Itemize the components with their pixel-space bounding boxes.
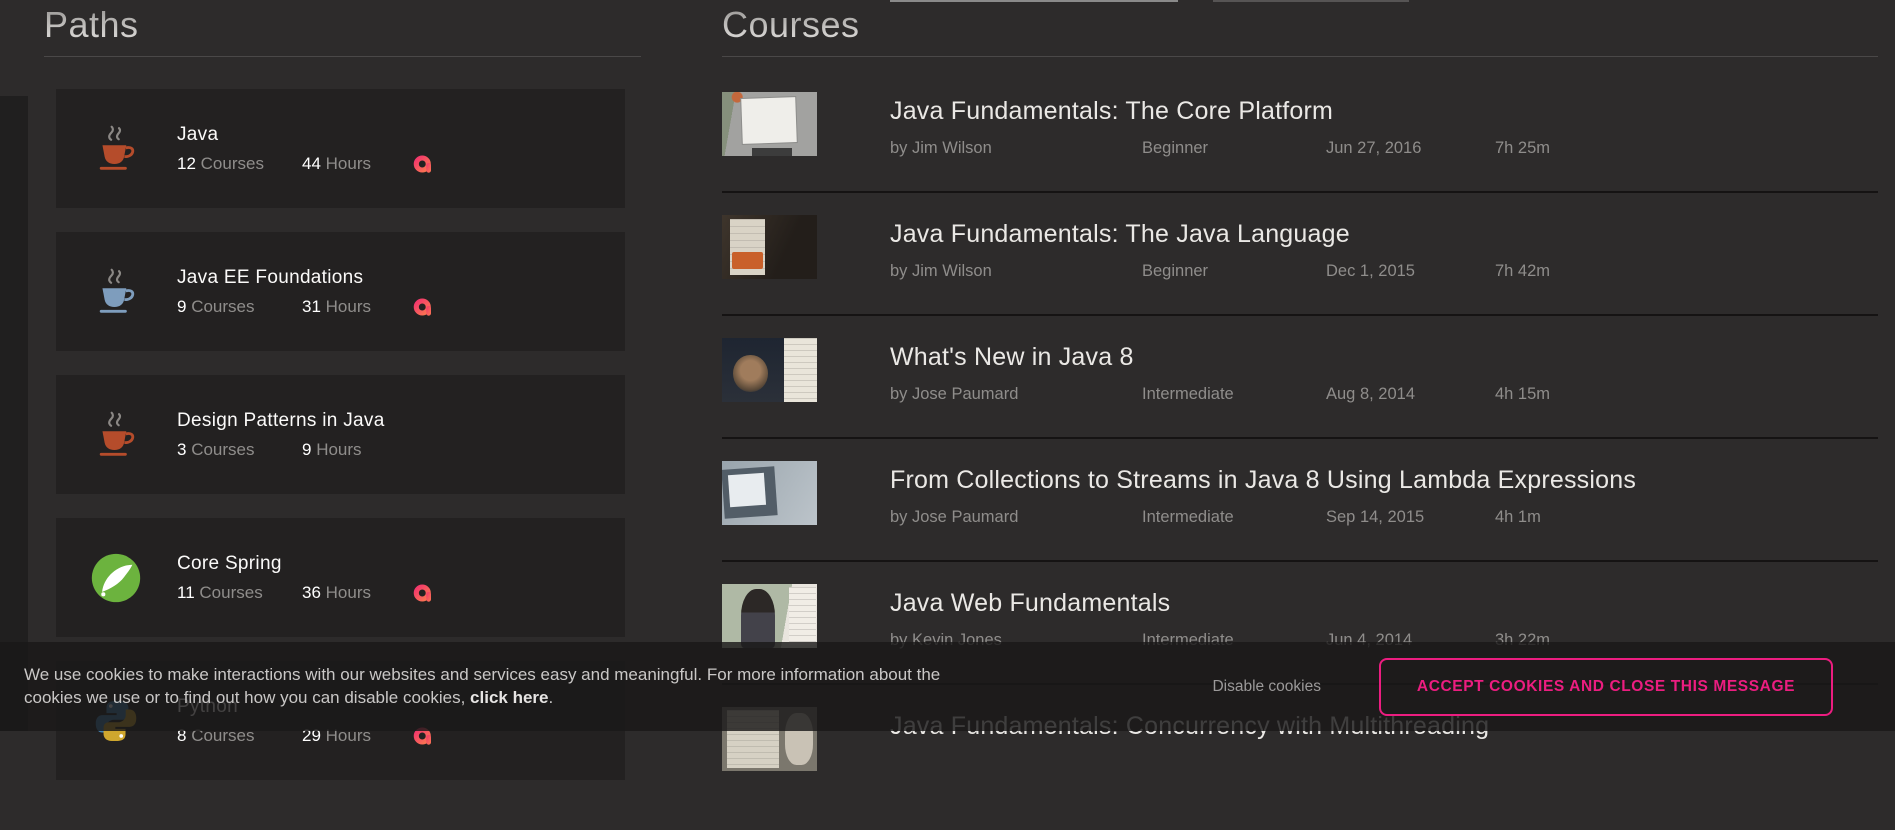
- course-title[interactable]: Java Fundamentals: The Java Language: [890, 220, 1550, 249]
- course-info: What's New in Java 8 by Jose Paumard Int…: [890, 338, 1550, 461]
- course-date: Aug 8, 2014: [1326, 385, 1495, 404]
- course-level: Beginner: [1142, 139, 1326, 158]
- path-info: Java EE Foundations 9 Courses 31 Hours: [177, 267, 433, 317]
- course-row[interactable]: What's New in Java 8 by Jose Paumard Int…: [722, 338, 1878, 461]
- cookie-click-here-link[interactable]: click here: [470, 688, 548, 707]
- path-stats: 9 Courses 31 Hours: [177, 297, 433, 317]
- path-courses-label: Courses: [199, 583, 262, 602]
- course-thumbnail: [722, 215, 817, 279]
- course-meta: by Jose Paumard Intermediate Aug 8, 2014…: [890, 385, 1550, 404]
- path-courses-count: 11: [177, 583, 195, 602]
- paths-divider: [44, 56, 641, 57]
- cookie-message-period: .: [549, 688, 554, 707]
- course-thumbnail: [722, 584, 817, 648]
- paths-heading: Paths: [44, 2, 641, 48]
- course-level: Beginner: [1142, 262, 1326, 281]
- path-hours-count: 31: [302, 297, 321, 316]
- path-info: Core Spring 11 Courses 36 Hours: [177, 553, 433, 603]
- path-card[interactable]: Design Patterns in Java 3 Courses 9 Hour…: [56, 375, 625, 494]
- path-stats: 12 Courses 44 Hours: [177, 154, 433, 174]
- course-date: Sep 14, 2015: [1326, 508, 1495, 527]
- path-icon: [84, 546, 148, 610]
- course-thumbnail: [722, 461, 817, 525]
- course-thumbnail: [722, 338, 817, 402]
- path-courses-count: 3: [177, 440, 186, 459]
- path-title: Java: [177, 124, 433, 146]
- course-duration: 4h 1m: [1495, 508, 1541, 527]
- path-hours-label: Hours: [326, 297, 371, 316]
- path-courses-stat: 3 Courses: [177, 440, 302, 460]
- path-title: Java EE Foundations: [177, 267, 433, 289]
- path-card[interactable]: Core Spring 11 Courses 36 Hours: [56, 518, 625, 637]
- path-courses-label: Courses: [191, 440, 254, 459]
- path-card[interactable]: Java EE Foundations 9 Courses 31 Hours: [56, 232, 625, 351]
- courses-heading: Courses: [722, 2, 1878, 48]
- course-date: Dec 1, 2015: [1326, 262, 1495, 281]
- course-info: Java Fundamentals: The Java Language by …: [890, 215, 1550, 338]
- path-hours-stat: 9 Hours: [302, 440, 413, 460]
- course-title[interactable]: Java Fundamentals: The Core Platform: [890, 97, 1550, 126]
- course-level: Intermediate: [1142, 508, 1326, 527]
- courses-divider: [722, 56, 1878, 57]
- course-info: From Collections to Streams in Java 8 Us…: [890, 461, 1636, 584]
- path-card[interactable]: Java 12 Courses 44 Hours: [56, 89, 625, 208]
- path-hours-label: Hours: [326, 154, 371, 173]
- path-courses-label: Courses: [191, 297, 254, 316]
- course-author: by Jim Wilson: [890, 262, 1142, 281]
- path-hours-label: Hours: [326, 583, 371, 602]
- course-title[interactable]: Java Web Fundamentals: [890, 589, 1550, 618]
- course-duration: 7h 42m: [1495, 262, 1550, 281]
- path-icon: [84, 260, 148, 324]
- course-meta: by Jim Wilson Beginner Dec 1, 2015 7h 42…: [890, 262, 1550, 281]
- path-hours-label: Hours: [316, 440, 361, 459]
- course-info: Java Fundamentals: The Core Platform by …: [890, 92, 1550, 215]
- course-date: Jun 27, 2016: [1326, 139, 1495, 158]
- path-stats: 3 Courses 9 Hours: [177, 440, 413, 460]
- path-info: Java 12 Courses 44 Hours: [177, 124, 433, 174]
- course-row[interactable]: Java Fundamentals: The Java Language by …: [722, 215, 1878, 338]
- course-thumbnail: [722, 92, 817, 156]
- path-hours-count: 9: [302, 440, 311, 459]
- path-hours-stat: 36 Hours: [302, 583, 413, 603]
- path-title: Design Patterns in Java: [177, 410, 413, 432]
- path-courses-stat: 12 Courses: [177, 154, 302, 174]
- path-hours-count: 36: [302, 583, 321, 602]
- course-author: by Jose Paumard: [890, 508, 1142, 527]
- path-stats: 11 Courses 36 Hours: [177, 583, 433, 603]
- path-courses-label: Courses: [201, 154, 264, 173]
- path-hours-stat: 31 Hours: [302, 297, 413, 317]
- path-icon: [84, 403, 148, 467]
- course-duration: 7h 25m: [1495, 139, 1550, 158]
- course-row[interactable]: From Collections to Streams in Java 8 Us…: [722, 461, 1878, 584]
- course-row[interactable]: Java Fundamentals: The Core Platform by …: [722, 92, 1878, 215]
- course-title[interactable]: From Collections to Streams in Java 8 Us…: [890, 466, 1636, 495]
- path-hours-stat: 44 Hours: [302, 154, 413, 174]
- learning-path-badge-icon: [413, 583, 433, 603]
- course-duration: 4h 15m: [1495, 385, 1550, 404]
- course-meta: by Jose Paumard Intermediate Sep 14, 201…: [890, 508, 1636, 527]
- cookie-message: We use cookies to make interactions with…: [24, 664, 999, 709]
- course-meta: by Jim Wilson Beginner Jun 27, 2016 7h 2…: [890, 139, 1550, 158]
- path-courses-stat: 11 Courses: [177, 583, 302, 603]
- accept-cookies-button[interactable]: ACCEPT COOKIES AND CLOSE THIS MESSAGE: [1379, 658, 1833, 716]
- learning-path-badge-icon: [413, 154, 433, 174]
- course-author: by Jim Wilson: [890, 139, 1142, 158]
- path-title: Core Spring: [177, 553, 433, 575]
- course-title[interactable]: What's New in Java 8: [890, 343, 1550, 372]
- path-icon: [84, 117, 148, 181]
- path-hours-count: 44: [302, 154, 321, 173]
- path-courses-count: 9: [177, 297, 186, 316]
- path-info: Design Patterns in Java 3 Courses 9 Hour…: [177, 410, 413, 460]
- disable-cookies-link[interactable]: Disable cookies: [1212, 678, 1321, 696]
- course-level: Intermediate: [1142, 385, 1326, 404]
- path-courses-count: 12: [177, 154, 196, 173]
- course-author: by Jose Paumard: [890, 385, 1142, 404]
- page-left-margin: [0, 96, 28, 731]
- cookie-banner: We use cookies to make interactions with…: [0, 642, 1895, 731]
- learning-path-badge-icon: [413, 297, 433, 317]
- path-courses-stat: 9 Courses: [177, 297, 302, 317]
